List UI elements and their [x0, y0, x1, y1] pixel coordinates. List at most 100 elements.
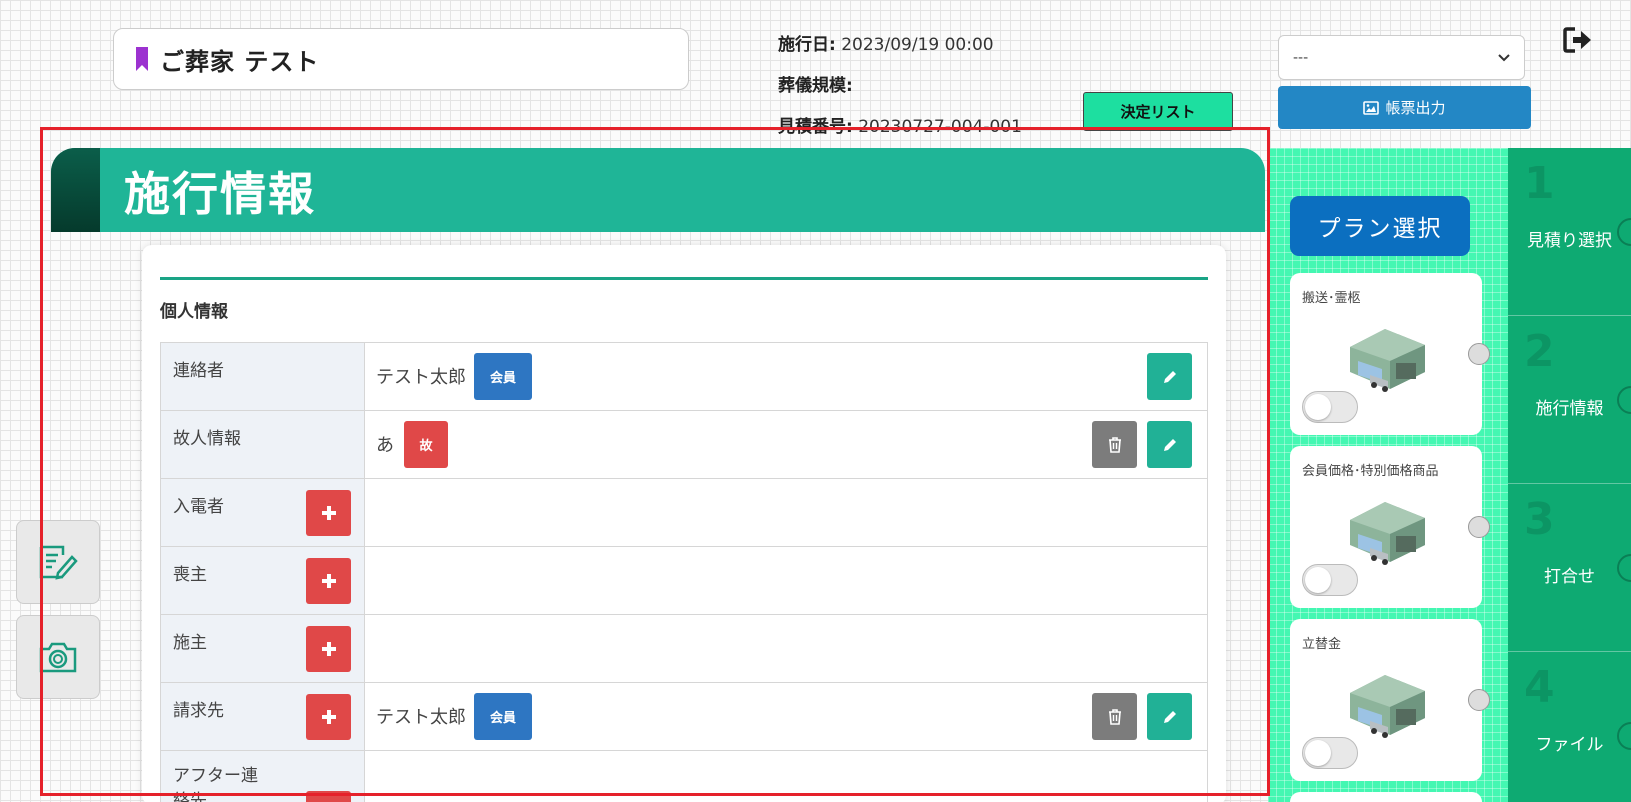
add-button[interactable] — [306, 558, 351, 604]
add-button[interactable] — [306, 490, 351, 536]
step-number: 3 — [1524, 494, 1555, 545]
row-label-cell: 請求先 — [160, 683, 365, 750]
edit-button[interactable] — [1147, 421, 1192, 468]
row-label: アフター連絡先 — [173, 766, 258, 802]
edit-button[interactable] — [1147, 353, 1192, 400]
family-name-box: ご葬家 テスト — [113, 28, 689, 90]
step-service-info[interactable]: 2 施行情報 — [1508, 316, 1631, 484]
report-button-label: 帳票出力 — [1385, 99, 1446, 117]
scale-info: 葬儀規模: — [778, 71, 853, 96]
row-label: 喪主 — [173, 565, 207, 585]
row-label-cell: 連絡者 — [160, 343, 365, 410]
row-label-cell: 施主 — [160, 615, 365, 682]
person-name: あ — [376, 435, 394, 456]
row-value-cell: あ 故 — [365, 411, 1208, 478]
person-name: テスト太郎 — [376, 707, 466, 728]
trash-icon — [1108, 436, 1121, 453]
row-value-cell: テスト太郎 会員 — [365, 683, 1208, 750]
add-button[interactable] — [306, 626, 351, 672]
plan-card-advance[interactable]: 立替金 — [1290, 619, 1490, 781]
report-output-button[interactable]: 帳票出力 — [1278, 86, 1531, 129]
family-title: ご葬家 テスト — [160, 47, 320, 76]
row-value-cell — [365, 479, 1208, 546]
row-label-cell: アフター連絡先 — [160, 751, 365, 802]
plan-card-handle[interactable] — [1468, 516, 1490, 538]
plan-card-toggle[interactable] — [1302, 391, 1358, 423]
memo-button[interactable] — [16, 520, 100, 604]
date-label: 施行日: — [778, 35, 836, 55]
plan-card-label: 搬送･霊柩 — [1302, 291, 1361, 306]
personal-info-card: 個人情報 連絡者 テスト太郎 会員 故人情報 あ 故 入電者 喪主 施主 請求先… — [142, 245, 1226, 802]
delete-button[interactable] — [1092, 693, 1137, 740]
row-label: 請求先 — [173, 701, 224, 721]
scale-label: 葬儀規模: — [778, 76, 853, 96]
section-header-accent — [51, 148, 100, 232]
step-file[interactable]: 4 ファイル — [1508, 652, 1631, 802]
plan-select-button[interactable]: プラン選択 — [1290, 196, 1470, 256]
step-estimate-select[interactable]: 1 見積り選択 — [1508, 148, 1631, 316]
step-navigation: 1 見積り選択 2 施行情報 3 打合せ 4 ファイル — [1508, 148, 1631, 802]
edit-document-icon — [39, 545, 78, 580]
table-row: 喪主 — [160, 547, 1208, 615]
camera-icon — [39, 642, 77, 673]
date-value: 2023/09/19 00:00 — [841, 35, 994, 55]
trash-icon — [1108, 708, 1121, 725]
table-row: 連絡者 テスト太郎 会員 — [160, 343, 1208, 411]
section-header: 施行情報 — [51, 148, 1265, 232]
row-label: 故人情報 — [173, 429, 241, 449]
building-icon — [1350, 675, 1425, 738]
add-button[interactable] — [306, 694, 351, 740]
member-badge: 会員 — [474, 353, 532, 400]
pencil-icon — [1163, 370, 1176, 383]
row-value-cell — [365, 547, 1208, 614]
table-row: アフター連絡先 — [160, 751, 1208, 802]
edit-button[interactable] — [1147, 693, 1192, 740]
date-info: 施行日: 2023/09/19 00:00 — [778, 30, 994, 55]
personal-info-table: 連絡者 テスト太郎 会員 故人情報 あ 故 入電者 喪主 施主 請求先 テスト太… — [160, 342, 1208, 802]
row-label: 連絡者 — [173, 361, 224, 381]
plan-card-handle[interactable] — [1468, 343, 1490, 365]
select-value: --- — [1293, 49, 1309, 66]
bookmark-icon — [136, 47, 148, 71]
plan-card-member-price[interactable]: 会員価格･特別価格商品 — [1290, 446, 1490, 608]
card-divider — [160, 277, 1208, 280]
plan-card-next[interactable] — [1290, 792, 1482, 802]
estimate-select[interactable]: --- — [1278, 35, 1525, 80]
member-badge: 会員 — [474, 693, 532, 740]
row-value-cell — [365, 615, 1208, 682]
step-label: 見積り選択 — [1527, 231, 1612, 251]
pencil-icon — [1163, 438, 1176, 451]
row-label: 入電者 — [173, 497, 224, 517]
table-row: 故人情報 あ 故 — [160, 411, 1208, 479]
table-row: 施主 — [160, 615, 1208, 683]
plan-card-toggle[interactable] — [1302, 564, 1358, 596]
step-label: 打合せ — [1544, 567, 1595, 587]
pencil-icon — [1163, 710, 1176, 723]
step-meeting[interactable]: 3 打合せ — [1508, 484, 1631, 652]
step-label: 施行情報 — [1535, 399, 1604, 419]
estimate-info: 見積番号: 20230727-004-001 — [778, 112, 1022, 137]
add-button[interactable] — [306, 791, 351, 802]
section-title: 施行情報 — [124, 167, 316, 221]
building-icon — [1350, 329, 1425, 392]
plan-card-label: 立替金 — [1302, 637, 1342, 652]
row-label-cell: 喪主 — [160, 547, 365, 614]
plan-card-transport[interactable]: 搬送･霊柩 — [1290, 273, 1490, 435]
delete-button[interactable] — [1092, 421, 1137, 468]
estimate-label: 見積番号: — [778, 117, 853, 137]
step-number: 4 — [1524, 662, 1555, 713]
row-value-cell — [365, 751, 1208, 802]
step-number: 1 — [1524, 158, 1555, 209]
step-label: ファイル — [1535, 735, 1604, 755]
camera-button[interactable] — [16, 615, 100, 699]
row-label-cell: 入電者 — [160, 479, 365, 546]
plan-card-handle[interactable] — [1468, 689, 1490, 711]
logout-icon[interactable] — [1563, 26, 1593, 54]
plan-card-toggle[interactable] — [1302, 737, 1358, 769]
deceased-badge: 故 — [404, 421, 448, 468]
decision-list-button[interactable]: 決定リスト — [1083, 92, 1233, 131]
card-subtitle: 個人情報 — [160, 302, 228, 322]
table-row: 入電者 — [160, 479, 1208, 547]
estimate-value: 20230727-004-001 — [858, 117, 1022, 137]
table-row: 請求先 テスト太郎 会員 — [160, 683, 1208, 751]
